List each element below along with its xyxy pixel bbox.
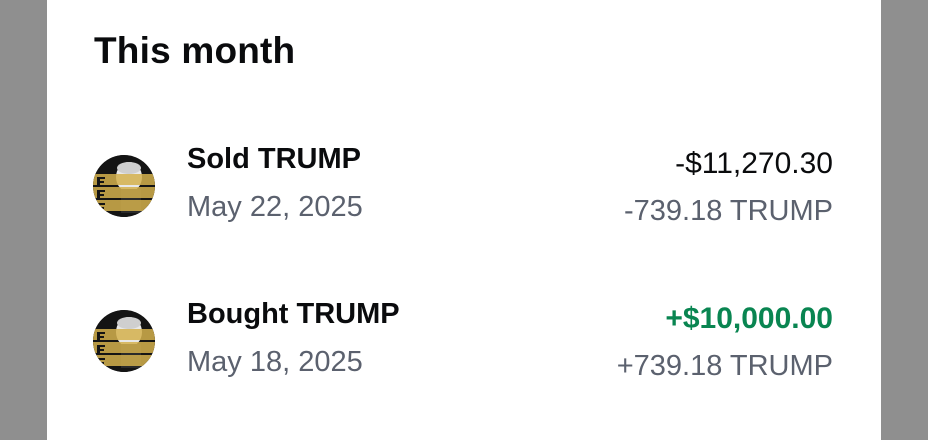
transaction-crypto-amount: +739.18 TRUMP [616,350,833,382]
transaction-fiat-amount: -$11,270.30 [675,147,833,180]
trump-coin-artwork [93,310,155,372]
activity-panel: This month Sold TRUMP May 22, 2025 -$11,… [47,0,881,440]
transaction-title: Bought TRUMP [187,298,400,330]
transaction-crypto-amount: -739.18 TRUMP [624,195,833,227]
trump-coin-icon [93,310,155,372]
trump-coin-artwork [93,155,155,217]
transaction-row-bought[interactable]: Bought TRUMP May 18, 2025 +$10,000.00 +7… [47,290,881,400]
transaction-date: May 22, 2025 [187,191,363,223]
section-title: This month [94,30,296,71]
transaction-date: May 18, 2025 [187,346,363,378]
trump-coin-icon [93,155,155,217]
transaction-fiat-amount: +$10,000.00 [665,302,833,335]
transaction-row-sold[interactable]: Sold TRUMP May 22, 2025 -$11,270.30 -739… [47,135,881,245]
transaction-title: Sold TRUMP [187,143,361,175]
